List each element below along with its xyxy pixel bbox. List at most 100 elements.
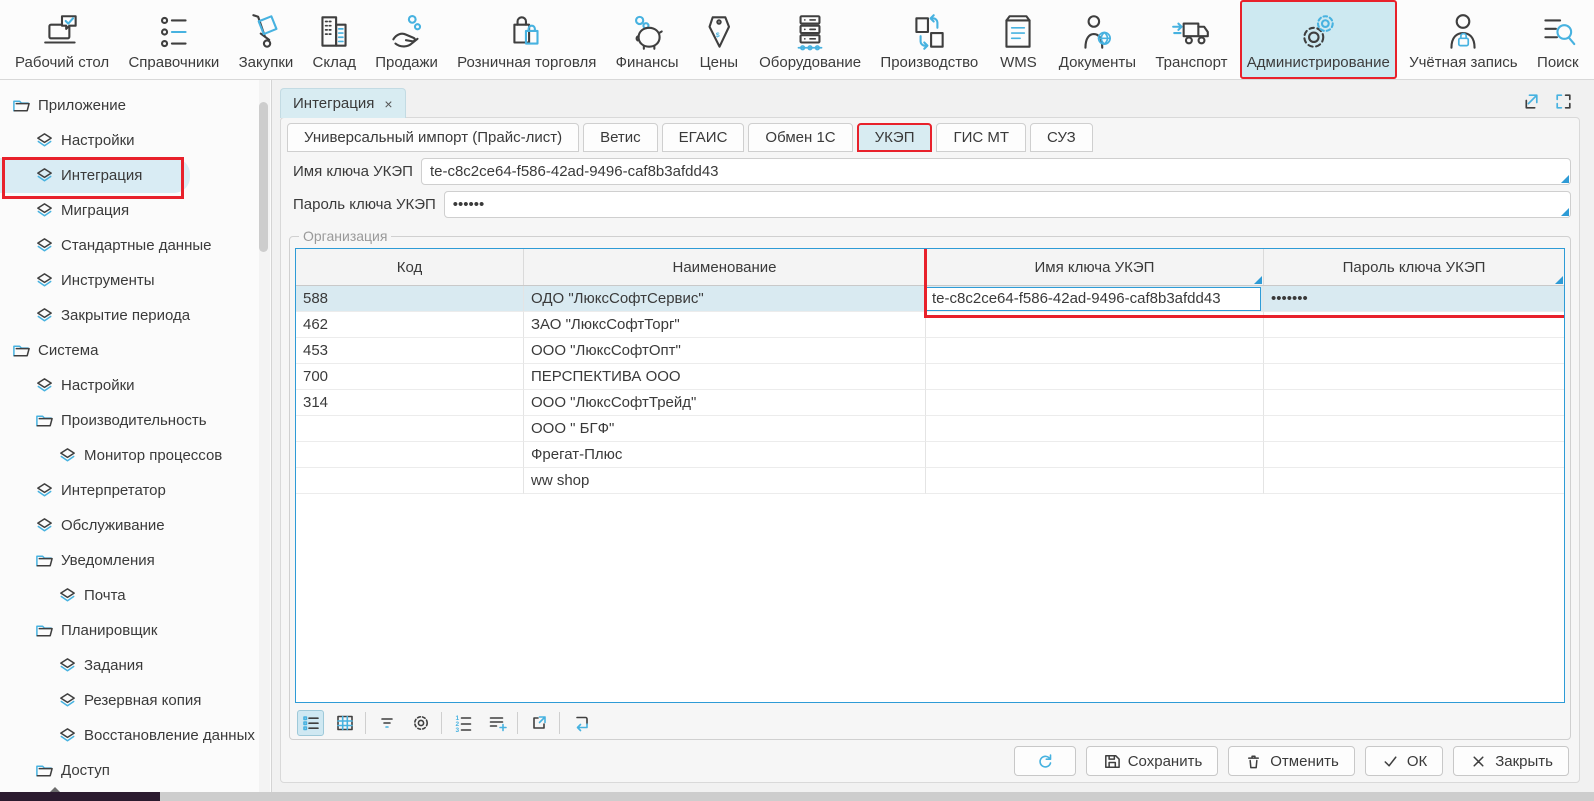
sidebar-item-17[interactable]: Резервная копия: [0, 683, 271, 718]
sidebar-item-3[interactable]: Миграция: [0, 193, 271, 228]
sidebar-item-0[interactable]: Приложение: [0, 88, 271, 123]
toolbar-item-procurement-cart[interactable]: Закупки: [232, 0, 301, 79]
view-list-button[interactable]: [297, 710, 324, 736]
subtab-1[interactable]: Ветис: [583, 123, 658, 152]
subtab-4[interactable]: УКЭП: [857, 123, 933, 152]
table-cell[interactable]: 453: [296, 338, 524, 364]
subtab-0[interactable]: Универсальный импорт (Прайс-лист): [287, 123, 579, 152]
view-grid-button[interactable]: [331, 710, 358, 736]
toolbar-item-production-cycle[interactable]: Производство: [873, 0, 985, 79]
table-cell[interactable]: [1264, 390, 1564, 416]
table-cell[interactable]: [1264, 468, 1564, 494]
toolbar-item-retail-bags[interactable]: Розничная торговля: [450, 0, 603, 79]
table-row-5[interactable]: ООО " БГФ": [296, 416, 1564, 442]
close-button[interactable]: Закрыть: [1453, 746, 1569, 776]
sidebar-item-14[interactable]: Почта: [0, 578, 271, 613]
sidebar-item-9[interactable]: Производительность: [0, 403, 271, 438]
toolbar-item-directory-list[interactable]: Справочники: [121, 0, 226, 79]
table-row-6[interactable]: Фрегат-Плюс: [296, 442, 1564, 468]
table-cell[interactable]: 314: [296, 390, 524, 416]
toolbar-item-warehouse[interactable]: Склад: [306, 0, 363, 79]
table-column-header-3[interactable]: Пароль ключа УКЭП: [1264, 249, 1564, 285]
toolbar-item-sales-hand[interactable]: Продажи: [368, 0, 445, 79]
table-cell[interactable]: 462: [296, 312, 524, 338]
open-external-button[interactable]: [525, 710, 552, 736]
tab-integration[interactable]: Интеграция ×: [280, 88, 406, 118]
table-cell[interactable]: [926, 364, 1264, 390]
sidebar-item-1[interactable]: Настройки: [0, 123, 271, 158]
sidebar-item-16[interactable]: Задания: [0, 648, 271, 683]
add-row-button[interactable]: [483, 710, 510, 736]
table-cell[interactable]: Фрегат-Плюс: [524, 442, 926, 468]
table-cell[interactable]: [926, 468, 1264, 494]
subtab-2[interactable]: ЕГАИС: [662, 123, 745, 152]
toolbar-item-price-tag[interactable]: $Цены: [691, 0, 747, 79]
settings-gear-button[interactable]: [407, 710, 434, 736]
sidebar-item-13[interactable]: Уведомления: [0, 543, 271, 578]
check-button[interactable]: ОК: [1365, 746, 1443, 776]
table-cell[interactable]: [926, 312, 1264, 338]
toolbar-item-account-user[interactable]: Учётная запись: [1402, 0, 1525, 79]
table-cell[interactable]: [1264, 338, 1564, 364]
table-row-2[interactable]: 453ООО "ЛюксСофтОпт": [296, 338, 1564, 364]
sidebar-item-10[interactable]: Монитор процессов: [0, 438, 271, 473]
table-cell[interactable]: •••••••: [1264, 286, 1564, 312]
table-column-header-1[interactable]: Наименование: [524, 249, 926, 285]
table-cell[interactable]: ПЕРСПЕКТИВА ООО: [524, 364, 926, 390]
refresh-button[interactable]: [1014, 746, 1076, 776]
table-cell[interactable]: ООО "ЛюксСофтОпт": [524, 338, 926, 364]
sidebar-item-19[interactable]: Доступ: [0, 753, 271, 788]
table-row-3[interactable]: 700ПЕРСПЕКТИВА ООО: [296, 364, 1564, 390]
subtab-6[interactable]: СУЗ: [1030, 123, 1093, 152]
field-input-1[interactable]: ••••••: [444, 191, 1571, 218]
sidebar-item-4[interactable]: Стандартные данные: [0, 228, 271, 263]
sidebar-item-15[interactable]: Планировщик: [0, 613, 271, 648]
toolbar-item-admin-gears[interactable]: Администрирование: [1240, 0, 1397, 79]
subtab-3[interactable]: Обмен 1С: [748, 123, 852, 152]
table-row-0[interactable]: 588ОДО "ЛюксСофтСервис"te-c8c2ce64-f586-…: [296, 286, 1564, 312]
table-cell[interactable]: ООО "ЛюксСофтТрейд": [524, 390, 926, 416]
sidebar-item-6[interactable]: Закрытие периода: [0, 298, 271, 333]
table-cell[interactable]: te-c8c2ce64-f586-42ad-9496-caf8b3afdd43: [926, 286, 1264, 312]
sidebar-item-11[interactable]: Интерпретатор: [0, 473, 271, 508]
toolbar-item-finance-piggy[interactable]: Финансы: [609, 0, 686, 79]
filter-button[interactable]: [373, 710, 400, 736]
trash-button[interactable]: Отменить: [1228, 746, 1355, 776]
table-cell[interactable]: ЗАО "ЛюксСофтТорг": [524, 312, 926, 338]
field-input-0[interactable]: te-c8c2ce64-f586-42ad-9496-caf8b3afdd43: [421, 158, 1571, 185]
sidebar-scrollbar[interactable]: [259, 80, 270, 792]
subtab-5[interactable]: ГИС МТ: [936, 123, 1026, 152]
table-cell-editor[interactable]: te-c8c2ce64-f586-42ad-9496-caf8b3afdd43: [926, 287, 1261, 311]
tab-close-icon[interactable]: ×: [384, 96, 392, 112]
toolbar-item-transport-truck[interactable]: Транспорт: [1148, 0, 1234, 79]
table-row-1[interactable]: 462ЗАО "ЛюксСофтТорг": [296, 312, 1564, 338]
toolbar-item-desktop-check[interactable]: Рабочий стол: [8, 0, 116, 79]
toolbar-item-equipment-server[interactable]: Оборудование: [752, 0, 868, 79]
table-cell[interactable]: [1264, 312, 1564, 338]
toolbar-item-documents-person[interactable]: Документы: [1052, 0, 1143, 79]
sidebar-item-5[interactable]: Инструменты: [0, 263, 271, 298]
table-cell[interactable]: ww shop: [524, 468, 926, 494]
table-cell[interactable]: [926, 390, 1264, 416]
sidebar-item-8[interactable]: Настройки: [0, 368, 271, 403]
detach-icon[interactable]: [1520, 91, 1541, 112]
table-cell[interactable]: [1264, 364, 1564, 390]
table-cell[interactable]: [926, 338, 1264, 364]
table-cell[interactable]: ОДО "ЛюксСофтСервис": [524, 286, 926, 312]
table-cell[interactable]: 700: [296, 364, 524, 390]
table-column-header-0[interactable]: Код: [296, 249, 524, 285]
table-cell[interactable]: [926, 442, 1264, 468]
table-cell[interactable]: [296, 416, 524, 442]
numbered-list-button[interactable]: 123: [449, 710, 476, 736]
sidebar-item-12[interactable]: Обслуживание: [0, 508, 271, 543]
sidebar-item-2[interactable]: Интеграция: [0, 158, 190, 193]
table-cell[interactable]: 588: [296, 286, 524, 312]
save-button[interactable]: Сохранить: [1086, 746, 1219, 776]
table-cell[interactable]: [926, 416, 1264, 442]
table-row-4[interactable]: 314ООО "ЛюксСофтТрейд": [296, 390, 1564, 416]
table-column-header-2[interactable]: Имя ключа УКЭП: [926, 249, 1264, 285]
sidebar-scrollbar-thumb[interactable]: [259, 102, 268, 252]
table-cell[interactable]: [296, 468, 524, 494]
table-cell[interactable]: ООО " БГФ": [524, 416, 926, 442]
table-cell[interactable]: [1264, 416, 1564, 442]
